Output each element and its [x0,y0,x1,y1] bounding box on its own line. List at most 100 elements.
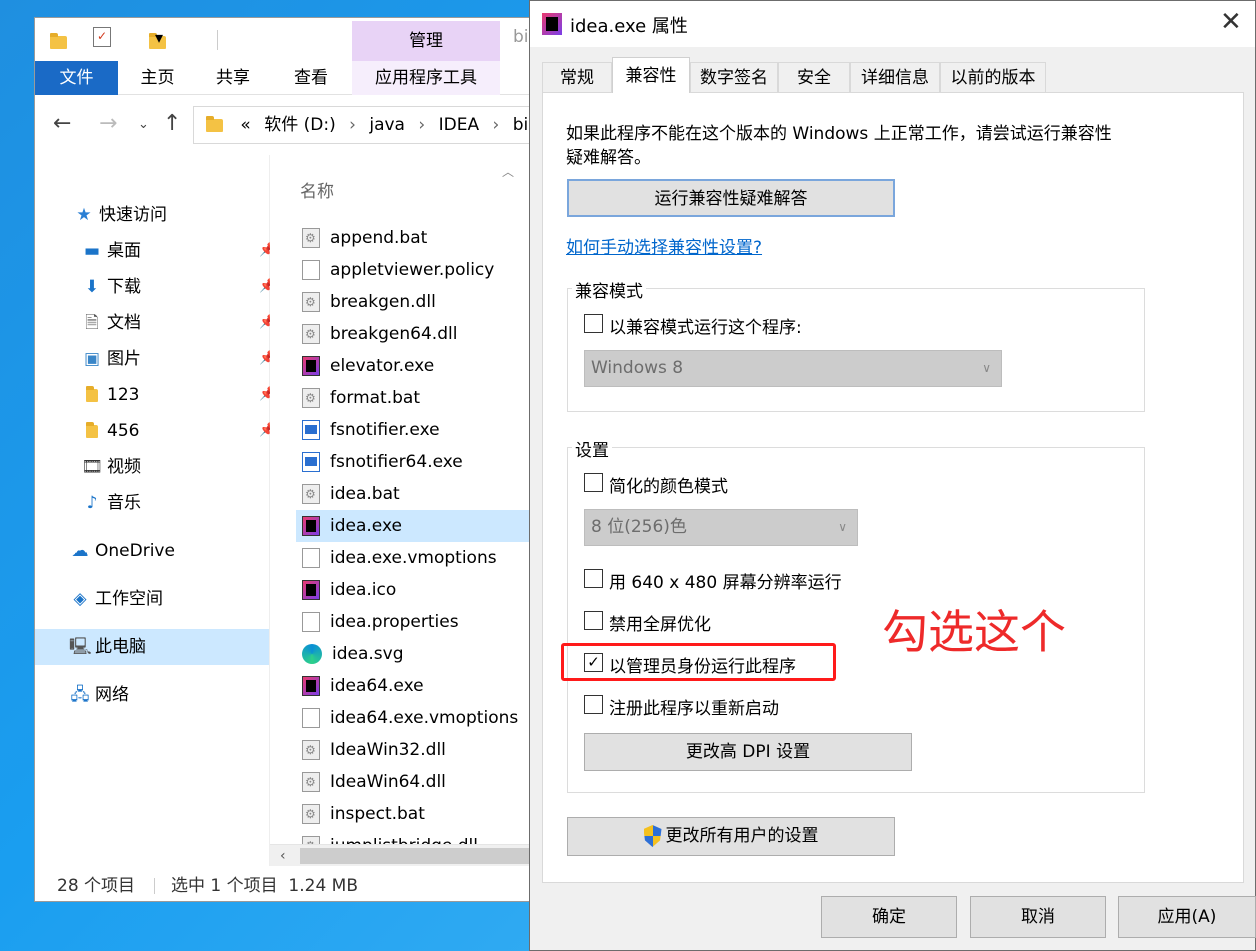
file-row[interactable]: breakgen.dll [296,286,563,318]
column-header-name[interactable]: 名称 [300,177,334,202]
change-all-users-button[interactable]: 更改所有用户的设置 [567,817,895,856]
customize-toolbar-icon[interactable]: ▾ [155,28,163,47]
apply-button[interactable]: 应用(A) [1118,896,1256,938]
nav-item-music[interactable]: ♪ 音乐 [81,485,141,521]
compat-mode-checkbox-label[interactable]: 以兼容模式运行这个程序: [609,313,802,338]
nav-item-onedrive[interactable]: ☁ OneDrive [69,533,175,569]
tab-home[interactable]: 主页 [120,61,195,95]
os-version-select[interactable]: Windows 8 ∨ [584,350,1002,387]
ok-button[interactable]: 确定 [821,896,957,938]
reduced-color-label[interactable]: 简化的颜色模式 [609,472,728,497]
folder-icon[interactable] [50,32,67,49]
tab-details[interactable]: 详细信息 [850,62,940,92]
nav-item-desktop[interactable]: ▬ 桌面 📌 [81,233,275,269]
file-row[interactable]: inspect.bat [296,798,563,830]
compat-mode-label: 兼容模式 [572,277,646,302]
file-row[interactable]: idea.properties [296,606,563,638]
file-row[interactable]: format.bat [296,382,563,414]
file-row[interactable]: appletviewer.policy [296,254,563,286]
file-row[interactable]: IdeaWin32.dll [296,734,563,766]
file-name: appletviewer.policy [330,260,495,280]
file-row[interactable]: idea.exe [296,510,563,542]
nav-item-downloads[interactable]: ⬇ 下载 📌 [81,269,275,305]
tab-application-tools[interactable]: 应用程序工具 [352,61,500,95]
disable-fullscreen-opt-checkbox[interactable] [584,611,603,630]
nav-item-quick-access[interactable]: ★ 快速访问 [73,197,167,233]
address-bar[interactable]: « 软件 (D:) › java › IDEA › bin [193,106,563,144]
address-bar-row: ← → ⌄ ↑ « 软件 (D:) › java › IDEA › bin [35,95,563,155]
file-row[interactable]: idea.bat [296,478,563,510]
run-640x480-label[interactable]: 用 640 x 480 屏幕分辨率运行 [609,568,842,593]
tab-digital-signatures[interactable]: 数字签名 [690,62,778,92]
file-row[interactable]: IdeaWin64.dll [296,766,563,798]
nav-item-pictures[interactable]: ▣ 图片 📌 [81,341,275,377]
nav-item-workspace[interactable]: ◈ 工作空间 [69,581,163,617]
color-mode-select[interactable]: 8 位(256)色 ∨ [584,509,858,546]
manual-compatibility-link[interactable]: 如何手动选择兼容性设置? [566,233,762,258]
file-row[interactable]: append.bat [296,222,563,254]
manage-contextual-tab[interactable]: 管理 [352,21,500,61]
scroll-left-icon[interactable]: ‹ [280,845,286,867]
sort-ascending-icon[interactable]: ︿ [502,163,514,180]
tab-security[interactable]: 安全 [778,62,850,92]
scrollbar-thumb[interactable] [300,848,540,864]
gear-file-icon [302,478,320,510]
compat-mode-checkbox[interactable] [584,314,603,333]
forward-arrow-icon[interactable]: → [99,111,117,136]
nav-item-folder-123[interactable]: 123 📌 [81,377,275,413]
breadcrumb-java[interactable]: java [369,115,405,135]
nav-item-this-pc[interactable]: 🖳 此电脑 [35,629,269,665]
tab-share[interactable]: 共享 [195,61,271,95]
register-restart-checkbox[interactable] [584,695,603,714]
picture-icon: ▣ [83,349,101,369]
nav-item-videos[interactable]: 🎞 视频 [81,449,141,485]
folder-icon [81,413,103,449]
breadcrumb-idea[interactable]: IDEA [439,115,479,135]
file-row[interactable]: idea.svg [296,638,563,670]
file-icon [302,548,320,568]
change-high-dpi-button[interactable]: 更改高 DPI 设置 [584,733,912,771]
nav-item-documents[interactable]: 🗎 文档 📌 [81,305,275,341]
file-name: breakgen64.dll [330,324,458,344]
file-row[interactable]: fsnotifier.exe [296,414,563,446]
file-row[interactable]: idea64.exe [296,670,563,702]
breadcrumb-drive[interactable]: 软件 (D:) [264,115,336,135]
nav-item-network[interactable]: 🖧 网络 [69,677,129,713]
gear-file-icon [302,222,320,254]
file-name: fsnotifier.exe [330,420,440,440]
file-row[interactable]: fsnotifier64.exe [296,446,563,478]
horizontal-scrollbar[interactable]: ‹ [270,844,563,867]
nav-item-label: 456 [107,421,140,441]
breadcrumb-separator-icon: › [418,115,426,135]
reduced-color-checkbox[interactable] [584,473,603,492]
tab-general[interactable]: 常规 [542,62,612,92]
tab-file[interactable]: 文件 [35,61,118,95]
intro-text-line-1: 如果此程序不能在这个版本的 Windows 上正常工作，请尝试运行兼容性 [566,124,1112,144]
properties-icon[interactable]: ✓ [93,27,111,47]
tab-previous-versions[interactable]: 以前的版本 [940,62,1046,92]
tab-view[interactable]: 查看 [271,61,351,95]
close-icon[interactable]: ✕ [1220,7,1242,37]
nav-item-label: 快速访问 [99,205,167,225]
tab-compatibility[interactable]: 兼容性 [612,57,690,93]
star-icon: ★ [76,205,92,225]
file-name: breakgen.dll [330,292,436,312]
change-all-users-label: 更改所有用户的设置 [665,826,819,846]
up-arrow-icon[interactable]: ↑ [163,111,181,136]
recent-locations-icon[interactable]: ⌄ [138,117,149,132]
nav-item-folder-456[interactable]: 456 📌 [81,413,275,449]
cancel-button[interactable]: 取消 [970,896,1106,938]
file-row[interactable]: idea.exe.vmoptions [296,542,563,574]
run-640x480-checkbox[interactable] [584,569,603,588]
file-row[interactable]: breakgen64.dll [296,318,563,350]
run-troubleshooter-button[interactable]: 运行兼容性疑难解答 [567,179,895,217]
nav-item-label: OneDrive [95,541,175,561]
breadcrumb-overflow[interactable]: « [240,115,250,135]
file-row[interactable]: idea.ico [296,574,563,606]
disable-fullscreen-opt-label[interactable]: 禁用全屏优化 [609,610,711,635]
file-row[interactable]: elevator.exe [296,350,563,382]
register-restart-label[interactable]: 注册此程序以重新启动 [609,694,779,719]
edge-icon [302,644,322,664]
file-row[interactable]: idea64.exe.vmoptions [296,702,563,734]
back-arrow-icon[interactable]: ← [53,111,71,136]
